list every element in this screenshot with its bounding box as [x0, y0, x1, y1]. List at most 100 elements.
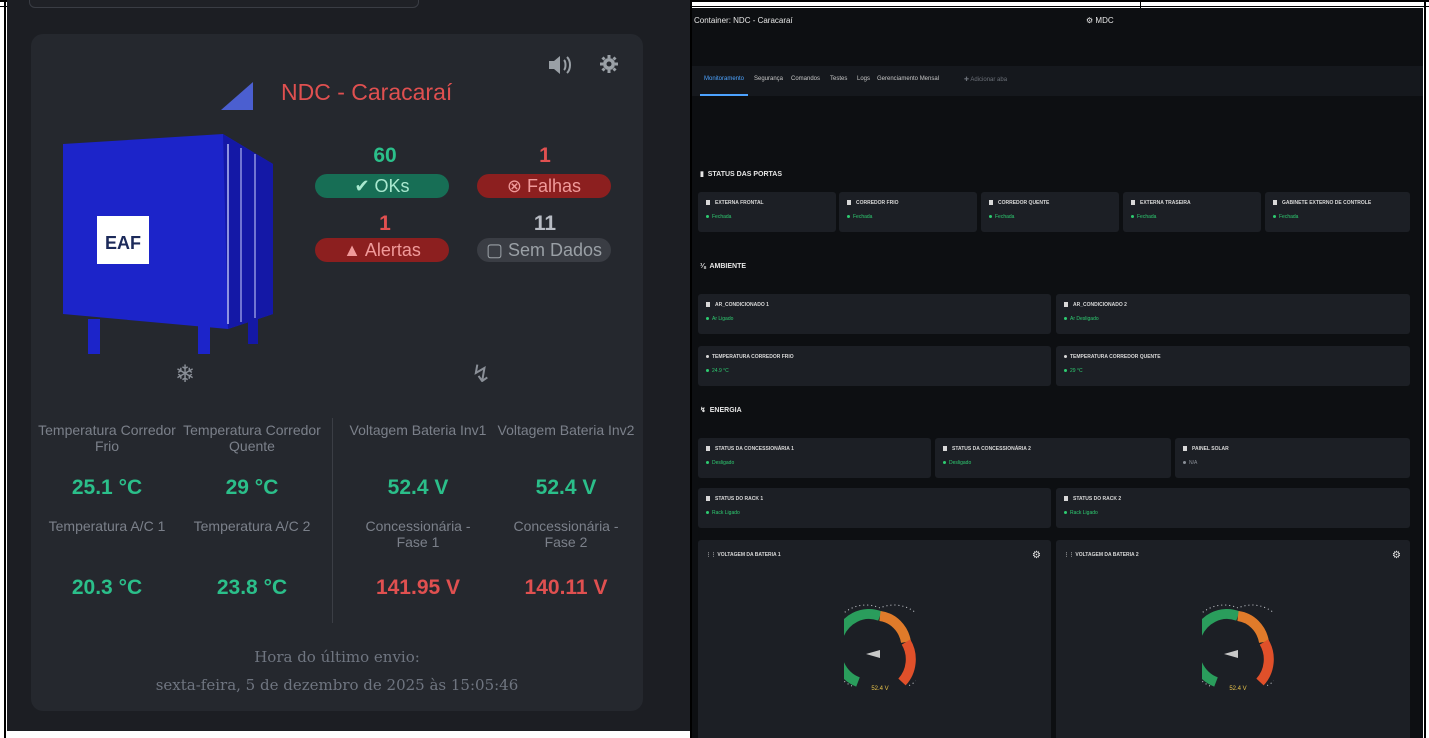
tile-label: STATUS DO RACK 1: [715, 496, 764, 502]
tab-monitoramento[interactable]: Monitoramento: [704, 76, 744, 82]
rack1-tile[interactable]: STATUS DO RACK 1 Rack Ligado: [698, 488, 1051, 528]
tile-label: CORREDOR FRIO: [856, 200, 899, 206]
panel-header: Container: NDC - Caracaraí ⚙ MDC: [692, 8, 1423, 38]
tile-label: AR_CONDICIONADO 2: [1073, 302, 1127, 308]
container-illustration: EAF: [63, 134, 273, 354]
metrics-divider: [332, 418, 333, 623]
frame-left-line: [4, 0, 6, 738]
door-tile-corredor-frio[interactable]: CORREDOR FRIO Fechada: [839, 192, 977, 232]
battery1-gauge-card[interactable]: ⋮⋮ VOLTAGEM DA BATERIA 1 ⚙ 52.4 V: [698, 540, 1051, 738]
tile-label: STATUS DO RACK 2: [1073, 496, 1122, 502]
tab-comandos[interactable]: Comandos: [791, 76, 820, 82]
metric-value-volt-inv1: 52.4 V: [387, 476, 449, 499]
gauge-value: 52.4 V: [871, 686, 888, 692]
grid-icon: ⋮⋮: [706, 552, 716, 558]
tab-logs[interactable]: Logs: [857, 76, 870, 82]
alertas-label: Alertas: [364, 240, 421, 260]
error-icon: ⊗: [506, 176, 523, 196]
tab-seguranca[interactable]: Segurança: [754, 76, 783, 82]
speaker-icon[interactable]: [547, 54, 573, 82]
thermometer-icon: ⅛: [700, 263, 706, 270]
tab-testes[interactable]: Testes: [830, 76, 847, 82]
snowflake-icon: ❄: [175, 361, 196, 388]
site-card[interactable]: NDC - Caracaraí EAF 60 ✔ OKs 1 ⊗ Falhas …: [31, 34, 643, 711]
tab-adicionar-aba[interactable]: ✚ Adicionar aba: [964, 76, 1007, 83]
gear-icon[interactable]: [599, 54, 619, 82]
falhas-label: Falhas: [527, 176, 582, 196]
door-tile-gabinete[interactable]: GABINETE EXTERNO DE CONTROLE Fechada: [1265, 192, 1410, 232]
tabs-bar: Monitoramento Segurança Comandos Testes …: [692, 66, 1423, 96]
tile-label: PAINEL SOLAR: [1192, 446, 1229, 452]
tile-status: Rack Ligado: [1070, 510, 1098, 516]
ac2-tile[interactable]: AR_CONDICIONADO 2 Ar Desligado: [1056, 294, 1410, 334]
oks-count: 60: [373, 144, 397, 167]
site-overview-panel: NDC - Caracaraí EAF 60 ✔ OKs 1 ⊗ Falhas …: [7, 0, 690, 731]
last-send-label: Hora do último envio:: [254, 648, 420, 666]
door-tile-externa-frontal[interactable]: EXTERNA FRONTAL Fechada: [698, 192, 836, 232]
tile-label: STATUS DA CONCESSIONÁRIA 1: [715, 446, 794, 452]
gear-icon[interactable]: ⚙: [1032, 550, 1041, 561]
mdc-title: ⚙ MDC: [1086, 16, 1114, 25]
gauge-value: 52.4 V: [1229, 686, 1246, 692]
concessionaria2-tile[interactable]: STATUS DA CONCESSIONÁRIA 2 Desligado: [935, 438, 1171, 478]
metric-label-temp-ac1: Temperatura A/C 1: [48, 518, 166, 534]
section-ambiente: ⅛ AMBIENTE: [700, 263, 746, 270]
tile-status: Desligado: [712, 460, 735, 466]
battery1-gauge: 52.4 V: [844, 604, 916, 692]
gear-icon[interactable]: ⚙: [1392, 550, 1401, 561]
metric-value-conc-f2: 140.11 V: [524, 576, 608, 599]
tile-label: TEMPERATURA CORREDOR QUENTE: [1070, 354, 1161, 360]
metric-label-volt-inv2: Voltagem Bateria Inv2: [497, 422, 635, 438]
frame-divider-3: [1140, 0, 1141, 8]
metric-label-temp-ac2: Temperatura A/C 2: [193, 518, 311, 534]
tile-label: TEMPERATURA CORREDOR FRIO: [712, 354, 794, 360]
sem-dados-label: Sem Dados: [507, 240, 603, 260]
door-tile-corredor-quente[interactable]: CORREDOR QUENTE Fechada: [981, 192, 1119, 232]
metric-label-conc-f1: Concessionária - Fase 1: [365, 518, 471, 550]
tab-adicionar-aba-label: Adicionar aba: [970, 77, 1008, 83]
tile-label: CORREDOR QUENTE: [998, 200, 1050, 206]
metric-label-temp-quente: Temperatura Corredor Quente: [183, 422, 321, 454]
falhas-badge[interactable]: ⊗ Falhas: [477, 174, 611, 198]
tile-status: Fechada: [712, 214, 732, 220]
metric-label-temp-frio: Temperatura Corredor Frio: [38, 422, 176, 454]
battery2-gauge-card[interactable]: ⋮⋮ VOLTAGEM DA BATERIA 2 ⚙ 52.4 V: [1056, 540, 1410, 738]
alertas-badge[interactable]: ▲ Alertas: [315, 238, 449, 262]
metric-value-conc-f1: 141.95 V: [375, 576, 461, 599]
door-icon: ▮: [700, 171, 704, 178]
door-tile-externa-traseira[interactable]: EXTERNA TRASEIRA Fechada: [1123, 192, 1261, 232]
tile-status: 24.9 °C: [712, 368, 729, 374]
section-energia-title: ENERGIA: [709, 407, 742, 414]
ac1-tile[interactable]: AR_CONDICIONADO 1 Ar Ligado: [698, 294, 1051, 334]
temp-quente-tile[interactable]: TEMPERATURA CORREDOR QUENTE 29 °C: [1056, 346, 1410, 386]
monitoring-panel: Container: NDC - Caracaraí ⚙ MDC Monitor…: [692, 8, 1423, 738]
oks-badge[interactable]: ✔ OKs: [315, 174, 449, 198]
tile-status: Rack Ligado: [712, 510, 740, 516]
gauge-label: VOLTAGEM DA BATERIA 2: [1075, 552, 1139, 558]
grid-icon: ⋮⋮: [1064, 552, 1074, 558]
tile-label: EXTERNA TRASEIRA: [1140, 200, 1191, 206]
tile-status: 29 °C: [1070, 368, 1083, 374]
last-send-timestamp: sexta-feira, 5 de dezembro de 2025 às 15…: [155, 676, 519, 694]
tile-status: Fechada: [1137, 214, 1157, 220]
tile-status: Ar Desligado: [1070, 316, 1099, 322]
painel-solar-tile[interactable]: PAINEL SOLAR N/A: [1175, 438, 1410, 478]
lightning-icon: ↯: [471, 361, 492, 388]
gear-icon: ⚙: [1086, 16, 1094, 25]
search-bar[interactable]: [29, 0, 419, 8]
tile-status: Fechada: [1279, 214, 1299, 220]
section-ambiente-title: AMBIENTE: [709, 263, 747, 270]
lightning-icon: ↯: [700, 407, 706, 414]
concessionaria1-tile[interactable]: STATUS DA CONCESSIONÁRIA 1 Desligado: [698, 438, 931, 478]
card-actions: [547, 54, 619, 82]
add-icon: ✚: [964, 77, 970, 83]
rack2-tile[interactable]: STATUS DO RACK 2 Rack Ligado: [1056, 488, 1410, 528]
tab-gerenciamento-mensal[interactable]: Gerenciamento Mensal: [877, 76, 939, 82]
mdc-label: MDC: [1095, 16, 1114, 25]
section-portas-title: STATUS DAS PORTAS: [707, 171, 783, 178]
temp-frio-tile[interactable]: TEMPERATURA CORREDOR FRIO 24.9 °C: [698, 346, 1051, 386]
metric-value-volt-inv2: 52.4 V: [535, 476, 597, 499]
active-tab-indicator: [700, 94, 748, 96]
sem-dados-badge[interactable]: ▢ Sem Dados: [477, 238, 611, 262]
section-portas: ▮ STATUS DAS PORTAS: [700, 170, 782, 178]
